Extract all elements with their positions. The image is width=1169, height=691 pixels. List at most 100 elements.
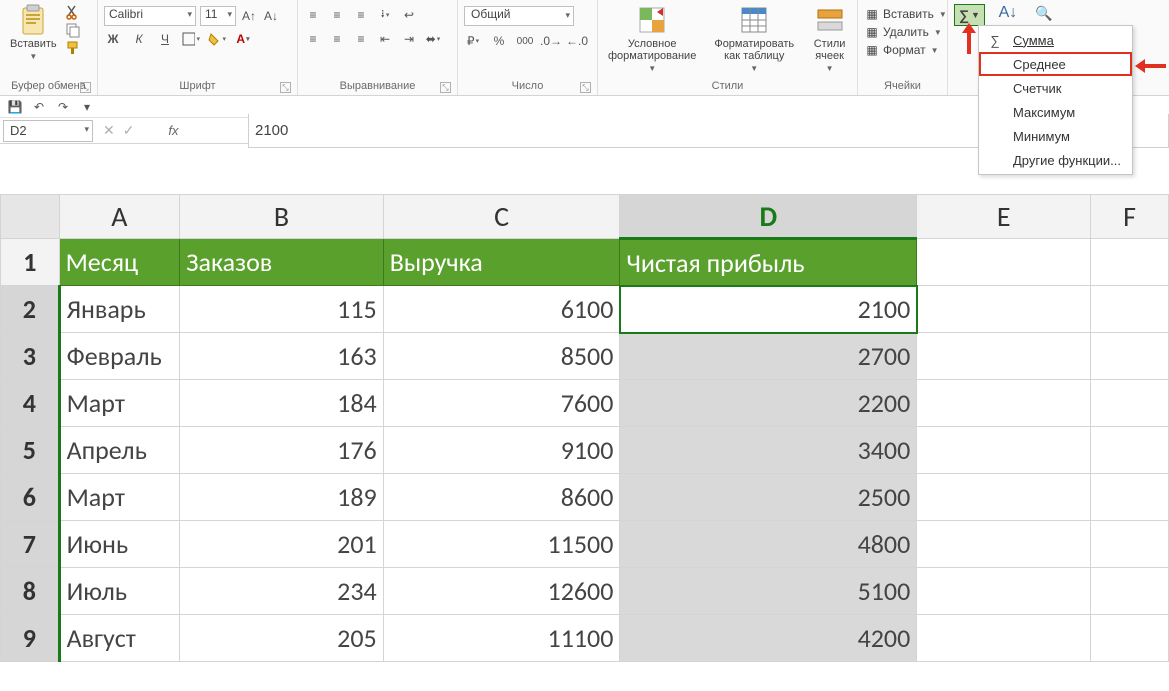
menu-min[interactable]: Минимум	[979, 124, 1132, 148]
cell-F5[interactable]	[1091, 427, 1169, 474]
cell-B8[interactable]: 234	[180, 568, 384, 615]
font-color-button[interactable]: A	[234, 30, 252, 48]
dec-decimal-icon[interactable]: ←.0	[568, 32, 586, 50]
cell-D1[interactable]: Чистая прибыль	[620, 239, 917, 286]
menu-count[interactable]: Счетчик	[979, 76, 1132, 100]
cell-D8[interactable]: 5100	[620, 568, 917, 615]
cell-E1[interactable]	[917, 239, 1091, 286]
col-header-A[interactable]: A	[59, 195, 180, 239]
cell-A8[interactable]: Июль	[59, 568, 180, 615]
cell-A5[interactable]: Апрель	[59, 427, 180, 474]
row-header-5[interactable]: 5	[1, 427, 60, 474]
fx-icon[interactable]: fx	[162, 123, 184, 138]
align-top-icon[interactable]: ≡	[304, 6, 322, 24]
cell-B7[interactable]: 201	[180, 521, 384, 568]
cell-C1[interactable]: Выручка	[383, 239, 620, 286]
cell-A2[interactable]: Январь	[59, 286, 180, 333]
cell-E8[interactable]	[917, 568, 1091, 615]
format-painter-icon[interactable]	[65, 40, 81, 56]
cell-C3[interactable]: 8500	[383, 333, 620, 380]
cell-C4[interactable]: 7600	[383, 380, 620, 427]
name-box[interactable]: D2	[3, 120, 93, 142]
undo-icon[interactable]: ↶	[30, 98, 48, 116]
cell-B4[interactable]: 184	[180, 380, 384, 427]
italic-button[interactable]: К	[130, 30, 148, 48]
delete-cells-button[interactable]: ▦Удалить▼	[864, 24, 947, 40]
cell-A9[interactable]: Август	[59, 615, 180, 662]
percent-icon[interactable]: %	[490, 32, 508, 50]
cell-E3[interactable]	[917, 333, 1091, 380]
cell-F1[interactable]	[1091, 239, 1169, 286]
row-header-2[interactable]: 2	[1, 286, 60, 333]
align-bottom-icon[interactable]: ≡	[352, 6, 370, 24]
inc-decimal-icon[interactable]: .0→	[542, 32, 560, 50]
align-center-icon[interactable]: ≡	[328, 30, 346, 48]
cell-E4[interactable]	[917, 380, 1091, 427]
cell-A3[interactable]: Февраль	[59, 333, 180, 380]
redo-icon[interactable]: ↷	[54, 98, 72, 116]
cell-D7[interactable]: 4800	[620, 521, 917, 568]
cell-E7[interactable]	[917, 521, 1091, 568]
launcher-icon[interactable]: ⤡	[280, 82, 291, 93]
cell-C7[interactable]: 11500	[383, 521, 620, 568]
cell-C2[interactable]: 6100	[383, 286, 620, 333]
col-header-F[interactable]: F	[1091, 195, 1169, 239]
col-header-B[interactable]: B	[180, 195, 384, 239]
col-header-D[interactable]: D	[620, 195, 917, 239]
row-header-9[interactable]: 9	[1, 615, 60, 662]
cancel-formula-icon[interactable]: ✕	[103, 122, 115, 139]
cell-A7[interactable]: Июнь	[59, 521, 180, 568]
launcher-icon[interactable]: ⤡	[440, 82, 451, 93]
save-icon[interactable]: 💾	[6, 98, 24, 116]
row-header-8[interactable]: 8	[1, 568, 60, 615]
col-header-E[interactable]: E	[917, 195, 1091, 239]
paste-button[interactable]: Вставить ▼	[6, 2, 61, 63]
cell-D4[interactable]: 2200	[620, 380, 917, 427]
find-select-button[interactable]: 🔍	[1031, 4, 1057, 22]
enter-formula-icon[interactable]: ✓	[123, 122, 135, 139]
cell-F7[interactable]	[1091, 521, 1169, 568]
conditional-format-button[interactable]: Условное форматирование▼	[604, 2, 700, 75]
number-format-select[interactable]: Общий	[464, 6, 574, 26]
cell-B2[interactable]: 115	[180, 286, 384, 333]
cell-C5[interactable]: 9100	[383, 427, 620, 474]
bold-button[interactable]: Ж	[104, 30, 122, 48]
col-header-C[interactable]: C	[383, 195, 620, 239]
cell-D6[interactable]: 2500	[620, 474, 917, 521]
row-header-7[interactable]: 7	[1, 521, 60, 568]
cell-B6[interactable]: 189	[180, 474, 384, 521]
menu-max[interactable]: Максимум	[979, 100, 1132, 124]
menu-sum[interactable]: ∑Сумма	[979, 28, 1132, 52]
font-size-select[interactable]: 11	[200, 6, 236, 26]
shrink-font-icon[interactable]: A↓	[262, 7, 280, 25]
launcher-icon[interactable]: ⤡	[580, 82, 591, 93]
cell-E5[interactable]	[917, 427, 1091, 474]
cell-E9[interactable]	[917, 615, 1091, 662]
menu-more-functions[interactable]: Другие функции...	[979, 148, 1132, 172]
format-as-table-button[interactable]: Форматировать как таблицу▼	[710, 2, 798, 75]
row-header-6[interactable]: 6	[1, 474, 60, 521]
launcher-icon[interactable]: ⤡	[80, 82, 91, 93]
align-middle-icon[interactable]: ≡	[328, 6, 346, 24]
format-cells-button[interactable]: ▦Формат▼	[864, 42, 947, 58]
align-left-icon[interactable]: ≡	[304, 30, 322, 48]
row-header-3[interactable]: 3	[1, 333, 60, 380]
grow-font-icon[interactable]: A↑	[240, 7, 258, 25]
indent-dec-icon[interactable]: ⇤	[376, 30, 394, 48]
insert-cells-button[interactable]: ▦Вставить▼	[864, 6, 947, 22]
cell-F3[interactable]	[1091, 333, 1169, 380]
wrap-text-icon[interactable]: ↩	[400, 6, 418, 24]
merge-icon[interactable]: ⬌	[424, 30, 442, 48]
row-header-4[interactable]: 4	[1, 380, 60, 427]
cell-D2[interactable]: 2100	[620, 286, 917, 333]
cell-B1[interactable]: Заказов	[180, 239, 384, 286]
cell-B5[interactable]: 176	[180, 427, 384, 474]
comma-icon[interactable]: 000	[516, 32, 534, 50]
cell-A6[interactable]: Март	[59, 474, 180, 521]
currency-icon[interactable]: ₽	[464, 32, 482, 50]
cell-E6[interactable]	[917, 474, 1091, 521]
cut-icon[interactable]	[65, 4, 81, 20]
qat-customize-icon[interactable]: ▾	[78, 98, 96, 116]
borders-button[interactable]	[182, 30, 200, 48]
cell-D3[interactable]: 2700	[620, 333, 917, 380]
